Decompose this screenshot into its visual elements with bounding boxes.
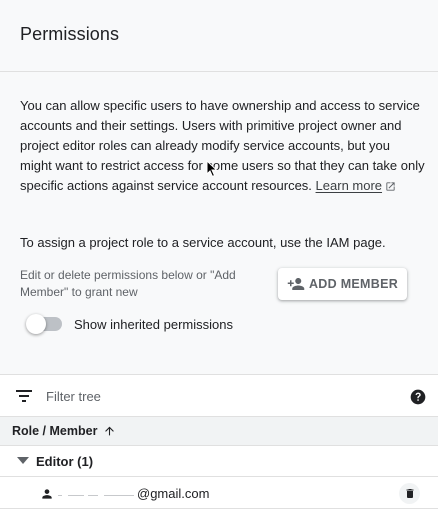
person-add-icon xyxy=(287,278,305,290)
member-email: @gmail.com xyxy=(137,486,210,501)
toggle-thumb xyxy=(26,314,46,334)
edit-permissions-hint: Edit or delete permissions below or "Add… xyxy=(20,268,236,299)
filter-list-icon[interactable] xyxy=(16,390,32,402)
page-header: Permissions xyxy=(0,0,438,72)
add-member-button[interactable]: ADD MEMBER xyxy=(278,268,407,300)
person-icon xyxy=(42,489,52,499)
trash-icon xyxy=(406,489,413,498)
open-in-new-icon xyxy=(386,181,395,191)
help-icon[interactable] xyxy=(410,389,426,405)
arrow-up-icon[interactable] xyxy=(103,424,116,438)
learn-more-label: Learn more xyxy=(315,178,383,193)
role-group-label: Editor (1) xyxy=(36,453,94,469)
mouse-cursor-icon xyxy=(206,160,218,178)
role-group-row[interactable]: Editor (1) xyxy=(0,446,438,477)
inherited-permissions-toggle-row: Show inherited permissions xyxy=(26,314,233,334)
filter-tree-input[interactable] xyxy=(46,387,386,405)
role-member-column-header[interactable]: Role / Member xyxy=(12,424,97,438)
add-member-label: ADD MEMBER xyxy=(308,277,399,291)
permissions-tree-panel: Role / Member Editor (1) @gmail.com xyxy=(0,374,438,526)
inherited-permissions-toggle[interactable] xyxy=(26,314,62,334)
caret-down-icon[interactable] xyxy=(17,457,29,465)
member-row: @gmail.com xyxy=(0,477,438,509)
learn-more-link[interactable]: Learn more xyxy=(316,176,396,196)
column-header-row: Role / Member xyxy=(0,417,438,446)
inherited-permissions-label: Show inherited permissions xyxy=(74,316,233,332)
assign-role-text: To assign a project role to a service ac… xyxy=(20,235,386,250)
delete-member-button[interactable] xyxy=(399,483,420,504)
filter-bar xyxy=(0,375,438,417)
page-title: Permissions xyxy=(20,24,120,44)
redacted-email-prefix xyxy=(58,491,136,499)
permissions-description: You can allow specific users to have own… xyxy=(20,96,425,196)
